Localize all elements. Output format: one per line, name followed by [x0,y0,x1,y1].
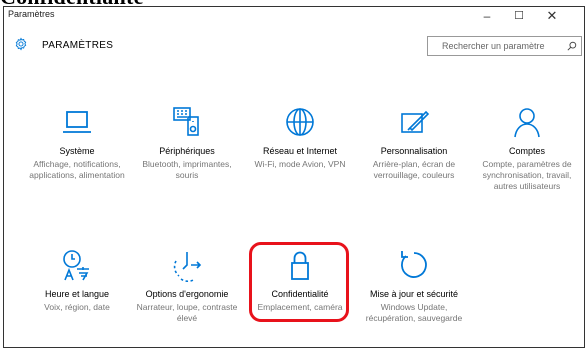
person-icon [514,108,540,138]
tile-peripheriques[interactable]: Périphériques Bluetooth, imprimantes, so… [132,104,242,181]
tile-ergonomie[interactable]: Options d'ergonomie Narrateur, loupe, co… [132,247,242,324]
search-box[interactable] [427,36,582,56]
tile-label: Options d'ergonomie [145,289,229,299]
tile-mise-a-jour[interactable]: Mise à jour et sécurité Windows Update, … [359,247,469,324]
header: PARAMÈTRES [4,27,584,67]
minimize-button[interactable]: – [472,7,502,27]
close-button[interactable]: ✕ [537,7,567,27]
tile-reseau[interactable]: Réseau et Internet Wi-Fi, mode Avion, VP… [245,104,355,170]
tile-comptes[interactable]: Comptes Compte, paramètres de synchronis… [472,104,582,192]
tile-heure-langue[interactable]: Heure et langue Voix, région, date [22,247,132,313]
tile-label: Comptes [508,146,545,156]
tile-label: Périphériques [159,146,215,156]
tile-description: Affichage, notifications, applications, … [29,159,125,180]
laptop-icon [63,111,91,133]
tile-label: Heure et langue [44,289,110,299]
tile-description: Bluetooth, imprimantes, souris [142,159,232,180]
tile-description: Windows Update, récupération, sauvegarde [365,302,463,323]
tile-description: Voix, région, date [44,302,110,312]
update-icon [401,251,427,278]
settings-window: Paramètres – ☐ ✕ PARAMÈTRES Système Affi… [3,6,585,348]
title-bar: Paramètres – ☐ ✕ [4,7,584,27]
tile-personnalisation[interactable]: Personnalisation Arrière-plan, écran de … [359,104,469,181]
tile-description: Arrière-plan, écran de verrouillage, cou… [372,159,456,180]
search-icon[interactable] [567,41,577,51]
ease-of-access-icon [173,252,202,283]
page-title: PARAMÈTRES [42,40,114,51]
gear-icon [15,37,27,51]
tile-label: Système [59,146,95,156]
tile-description: Wi-Fi, mode Avion, VPN [254,159,346,169]
tile-label: Réseau et Internet [262,146,338,156]
time-language-icon [63,250,89,281]
globe-icon [286,108,314,136]
window-title: Paramètres [8,9,55,19]
tile-systeme[interactable]: Système Affichage, notifications, applic… [22,104,132,181]
search-input[interactable] [428,37,577,55]
tile-description: Narrateur, loupe, contraste élevé [136,302,238,323]
tile-description: Compte, paramètres de synchronisation, t… [482,159,572,191]
highlight-frame [249,242,349,322]
devices-icon [173,107,199,136]
tile-label: Mise à jour et sécurité [369,289,459,299]
paint-icon [401,110,430,133]
tile-label: Personnalisation [380,146,448,156]
maximize-button[interactable]: ☐ [504,7,534,27]
